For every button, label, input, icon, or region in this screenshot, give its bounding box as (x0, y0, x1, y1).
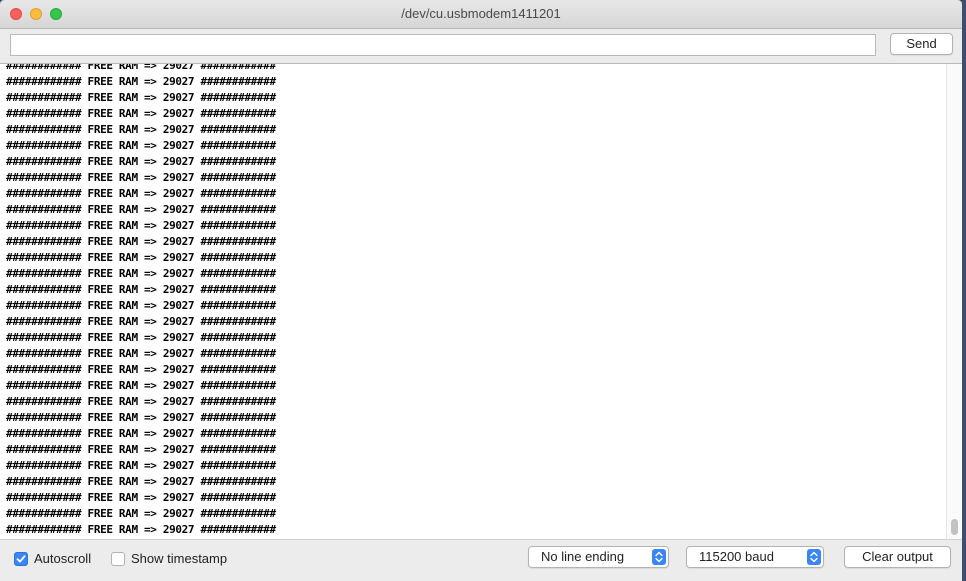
vertical-scrollbar[interactable] (946, 64, 962, 539)
baud-rate-select[interactable]: 115200 baud (686, 546, 824, 568)
output-line: ############ FREE RAM => 29027 #########… (6, 63, 276, 72)
serial-monitor-window: /dev/cu.usbmodem1411201 Send ###########… (0, 0, 962, 581)
output-line: ############ FREE RAM => 29027 #########… (6, 139, 276, 152)
output-line: ############ FREE RAM => 29027 #########… (6, 267, 276, 280)
output-line: ############ FREE RAM => 29027 #########… (6, 491, 276, 504)
window-title: /dev/cu.usbmodem1411201 (401, 6, 561, 21)
output-line: ############ FREE RAM => 29027 #########… (6, 219, 276, 232)
output-line: ############ FREE RAM => 29027 #########… (6, 171, 276, 184)
output-line: ############ FREE RAM => 29027 #########… (6, 379, 276, 392)
output-line: ############ FREE RAM => 29027 #########… (6, 395, 276, 408)
title-bar[interactable]: /dev/cu.usbmodem1411201 (0, 0, 962, 29)
send-bar: Send (0, 29, 962, 64)
scrollbar-thumb[interactable] (951, 519, 958, 535)
send-input[interactable] (10, 34, 876, 56)
output-line: ############ FREE RAM => 29027 #########… (6, 443, 276, 456)
output-line: ############ FREE RAM => 29027 #########… (6, 75, 276, 88)
output-line: ############ FREE RAM => 29027 #########… (6, 363, 276, 376)
output-line: ############ FREE RAM => 29027 #########… (6, 331, 276, 344)
autoscroll-checkbox[interactable] (14, 552, 28, 566)
line-ending-stepper (652, 549, 666, 565)
send-button[interactable]: Send (890, 33, 953, 55)
footer-bar: Autoscroll Show timestamp No line ending… (0, 540, 962, 581)
up-down-chevron-icon (655, 551, 663, 563)
output-line: ############ FREE RAM => 29027 #########… (6, 347, 276, 360)
up-down-chevron-icon (810, 551, 818, 563)
show-timestamp-checkbox[interactable] (111, 552, 125, 566)
output-line: ############ FREE RAM => 29027 #########… (6, 283, 276, 296)
output-line: ############ FREE RAM => 29027 #########… (6, 427, 276, 440)
output-line: ############ FREE RAM => 29027 #########… (6, 155, 276, 168)
output-line: ############ FREE RAM => 29027 #########… (6, 475, 276, 488)
show-timestamp-label[interactable]: Show timestamp (131, 550, 227, 567)
output-line: ############ FREE RAM => 29027 #########… (6, 107, 276, 120)
output-line: ############ FREE RAM => 29027 #########… (6, 507, 276, 520)
desktop-background (962, 0, 966, 581)
line-ending-value: No line ending (541, 549, 625, 564)
output-line: ############ FREE RAM => 29027 #########… (6, 123, 276, 136)
autoscroll-label[interactable]: Autoscroll (34, 550, 91, 567)
output-line: ############ FREE RAM => 29027 #########… (6, 411, 276, 424)
output-lines: ############ FREE RAM => 29027 #########… (6, 63, 276, 538)
baud-rate-stepper (807, 549, 821, 565)
line-ending-select[interactable]: No line ending (528, 546, 669, 568)
output-line: ############ FREE RAM => 29027 #########… (6, 299, 276, 312)
output-line: ############ FREE RAM => 29027 #########… (6, 315, 276, 328)
output-line: ############ FREE RAM => 29027 #########… (6, 251, 276, 264)
output-line: ############ FREE RAM => 29027 #########… (6, 91, 276, 104)
clear-output-button[interactable]: Clear output (844, 546, 951, 568)
checkmark-icon (16, 555, 26, 563)
output-line: ############ FREE RAM => 29027 #########… (6, 459, 276, 472)
serial-output[interactable]: ############ FREE RAM => 29027 #########… (0, 63, 962, 540)
baud-rate-value: 115200 baud (699, 549, 774, 564)
output-line: ############ FREE RAM => 29027 #########… (6, 523, 276, 536)
output-line: ############ FREE RAM => 29027 #########… (6, 203, 276, 216)
output-line: ############ FREE RAM => 29027 #########… (6, 235, 276, 248)
output-line: ############ FREE RAM => 29027 #########… (6, 187, 276, 200)
